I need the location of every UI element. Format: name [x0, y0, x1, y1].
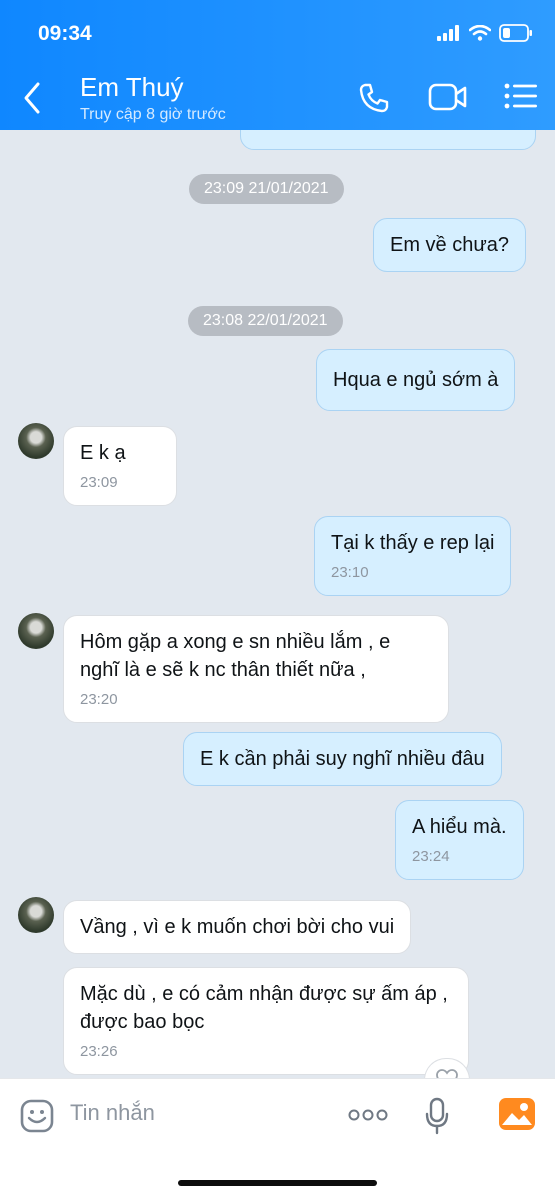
message-text: Tại k thấy e rep lại [331, 532, 495, 554]
message-bubble-incoming[interactable]: Mặc dù , e có cảm nhận được sự ấm áp , đ… [63, 967, 469, 1075]
message-text: A hiểu mà. [412, 816, 507, 838]
message-time: 23:26 [80, 1043, 118, 1060]
heart-icon [436, 1069, 458, 1078]
list-icon[interactable] [504, 82, 538, 110]
message-bubble-partial [240, 130, 536, 150]
microphone-icon[interactable] [424, 1097, 450, 1135]
signal-icon [437, 25, 459, 41]
message-input[interactable]: Tin nhắn [70, 1100, 155, 1126]
contact-name[interactable]: Em Thuý [80, 72, 184, 103]
more-dots-icon[interactable] [348, 1108, 388, 1122]
message-bubble-outgoing[interactable]: Hqua e ngủ sớm à [316, 349, 516, 411]
home-indicator [178, 1180, 377, 1186]
avatar[interactable] [18, 423, 54, 459]
last-seen-status: Truy cập 8 giờ trước [80, 106, 226, 123]
message-list[interactable]: 23:09 21/01/2021 Em về chưa? 23:08 22/01… [0, 130, 555, 1078]
chat-header: 09:34 Em Thuý Truy cập 8 giờ trước [0, 0, 555, 130]
message-bubble-outgoing[interactable]: E k cần phải suy nghĩ nhiều đâu [183, 732, 502, 786]
status-icons [437, 24, 533, 42]
wifi-icon [469, 25, 491, 41]
date-separator: 23:08 22/01/2021 [188, 306, 343, 336]
message-time: 23:09 [80, 474, 118, 491]
avatar[interactable] [18, 897, 54, 933]
message-text: Hôm gặp a xong e sn nhiều lắm , e nghĩ l… [80, 631, 391, 681]
message-bubble-outgoing[interactable]: Em về chưa? [373, 218, 526, 272]
message-bubble-outgoing[interactable]: A hiểu mà. 23:24 [395, 800, 524, 880]
phone-icon[interactable] [358, 82, 390, 114]
status-time: 09:34 [38, 22, 92, 45]
message-bubble-incoming[interactable]: Hôm gặp a xong e sn nhiều lắm , e nghĩ l… [63, 615, 449, 723]
message-bubble-outgoing[interactable]: Tại k thấy e rep lại 23:10 [314, 516, 512, 596]
avatar[interactable] [18, 613, 54, 649]
message-bubble-incoming[interactable]: E k ạ 23:09 [63, 426, 177, 506]
image-icon[interactable] [498, 1097, 536, 1131]
message-time: 23:20 [80, 691, 118, 708]
message-time: 23:10 [331, 564, 369, 581]
chevron-left-icon[interactable] [18, 80, 46, 116]
message-text: Em về chưa? [390, 234, 509, 256]
message-bubble-incoming[interactable]: Vầng , vì e k muốn chơi bời cho vui [63, 900, 412, 954]
message-text: Hqua e ngủ sớm à [333, 369, 499, 391]
message-text: Vầng , vì e k muốn chơi bời cho vui [80, 916, 395, 938]
message-text: E k cần phải suy nghĩ nhiều đâu [200, 748, 485, 770]
video-icon[interactable] [428, 82, 468, 112]
message-text: E k ạ [80, 442, 126, 464]
message-time: 23:24 [412, 848, 450, 865]
date-separator: 23:09 21/01/2021 [189, 174, 344, 204]
message-text: Mặc dù , e có cảm nhận được sự ấm áp , đ… [80, 983, 448, 1033]
emoji-icon[interactable] [20, 1099, 54, 1133]
battery-icon [499, 24, 532, 42]
